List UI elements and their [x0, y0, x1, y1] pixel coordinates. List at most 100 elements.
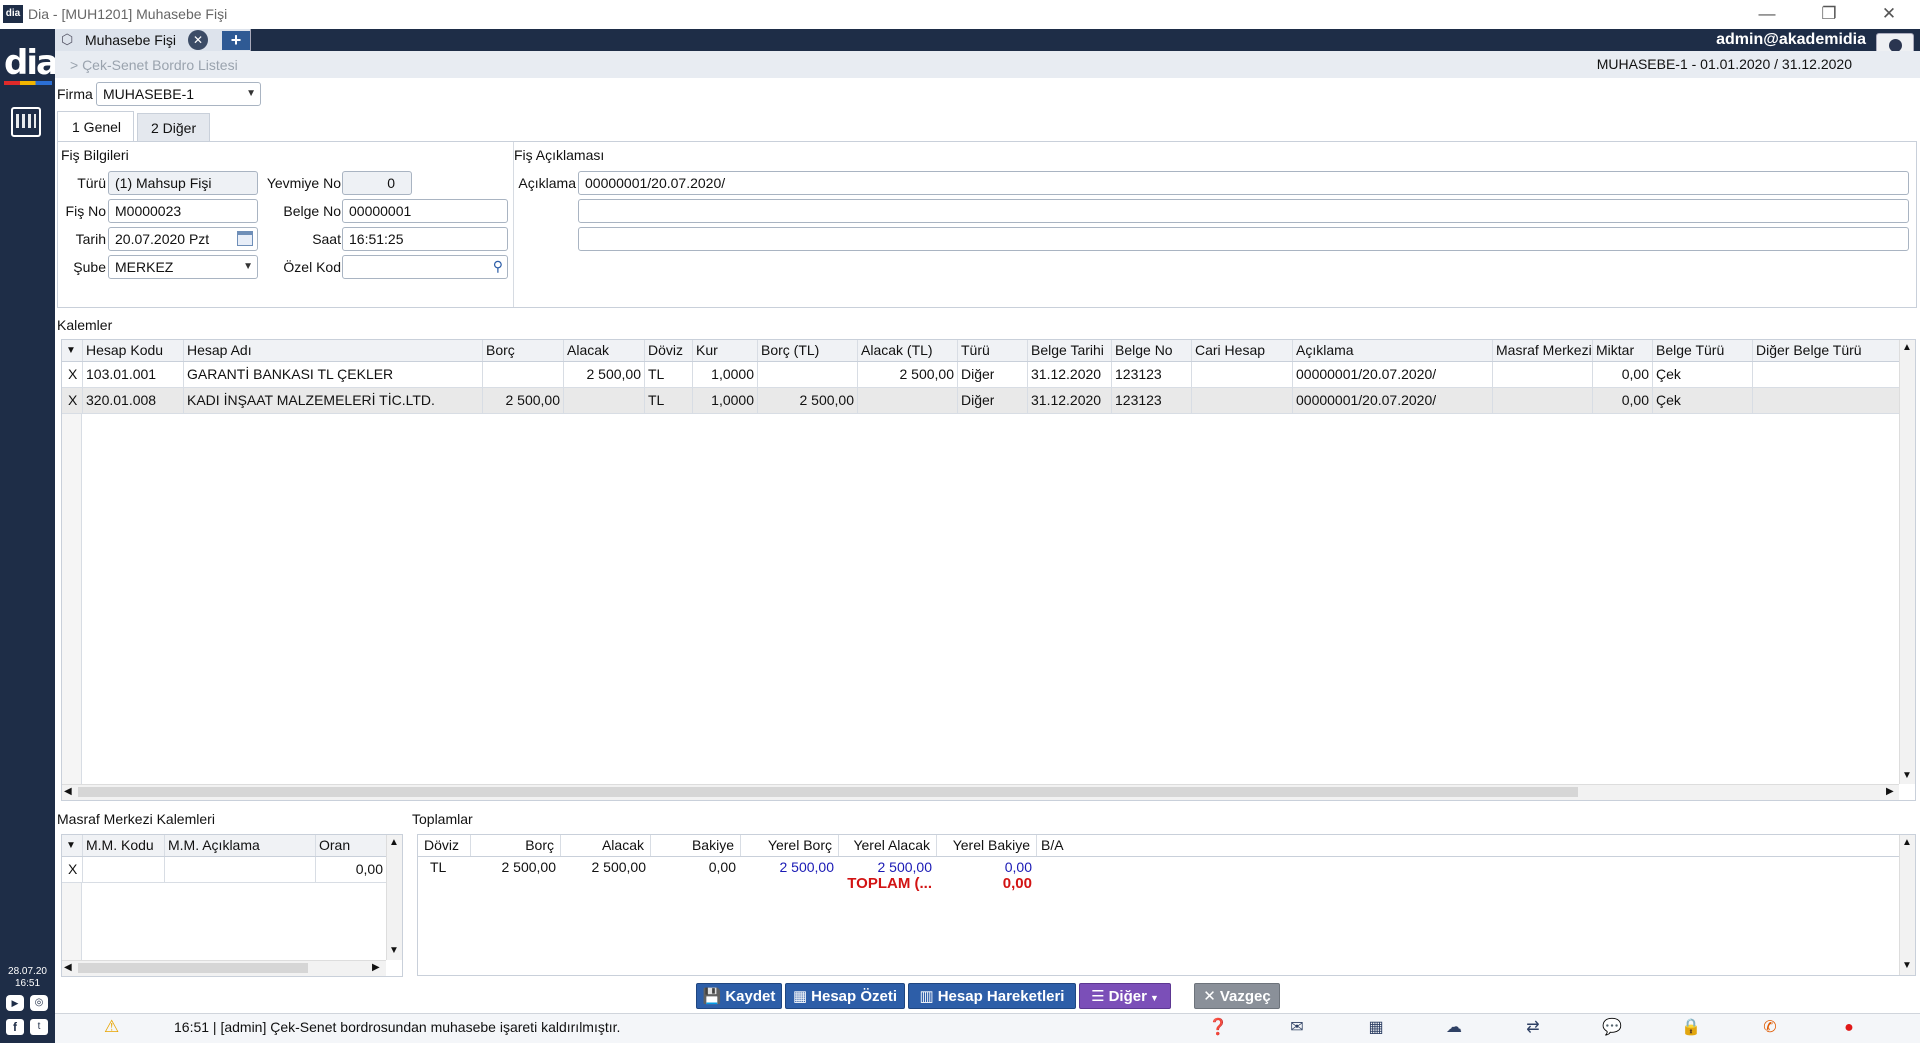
close-tab-icon[interactable]: ✕ — [188, 30, 208, 50]
cell-borc[interactable]: 2 500,00 — [482, 392, 561, 408]
cell-oran[interactable]: 0,00 — [315, 861, 383, 877]
cell-aciklama[interactable]: 00000001/20.07.2020/ — [1296, 392, 1436, 408]
record-icon[interactable]: ● — [1838, 1018, 1860, 1038]
col-hesap-adi[interactable]: Hesap Adı — [187, 342, 252, 358]
cell-doviz[interactable]: TL — [648, 392, 664, 408]
yevmiye-field[interactable]: 0 — [342, 171, 412, 195]
youtube-icon[interactable]: ▶ — [6, 995, 24, 1011]
cloud-sync-icon[interactable]: ☁ — [1443, 1018, 1465, 1038]
col-belge-turu[interactable]: Belge Türü — [1656, 342, 1724, 358]
aciklama-field-2[interactable] — [578, 199, 1909, 223]
vertical-scrollbar[interactable]: ▲ ▼ — [1899, 340, 1915, 784]
col-hesap-kodu[interactable]: Hesap Kodu — [86, 342, 163, 358]
hesap-hareketleri-button[interactable]: ▥ Hesap Hareketleri — [908, 983, 1076, 1009]
cell-belge-tarihi[interactable]: 31.12.2020 — [1031, 392, 1101, 408]
fisno-field[interactable]: M0000023 — [108, 199, 258, 223]
col-kur[interactable]: Kur — [696, 342, 718, 358]
delete-row-x[interactable]: X — [68, 366, 77, 382]
vazgec-button[interactable]: ✕ Vazgeç — [1194, 983, 1280, 1009]
lock-icon[interactable]: 🔒 — [1680, 1018, 1702, 1038]
scroll-up-icon[interactable]: ▲ — [1902, 837, 1912, 848]
sube-select[interactable]: MERKEZ ▼ — [108, 255, 258, 279]
minimize-icon[interactable]: — — [1752, 3, 1782, 25]
col-diger-belge-turu[interactable]: Diğer Belge Türü — [1756, 342, 1862, 358]
turu-field[interactable]: (1) Mahsup Fişi — [108, 171, 258, 195]
scroll-down-icon[interactable]: ▼ — [389, 945, 399, 956]
mail-icon[interactable]: ✉ — [1286, 1018, 1308, 1038]
cell-aciklama[interactable]: 00000001/20.07.2020/ — [1296, 366, 1436, 382]
firma-select[interactable]: MUHASEBE-1 ▼ — [96, 82, 261, 106]
col-doviz[interactable]: Döviz — [424, 837, 459, 853]
aciklama-field-1[interactable]: 00000001/20.07.2020/ — [578, 171, 1909, 195]
aciklama-field-3[interactable] — [578, 227, 1909, 251]
col-belge-no[interactable]: Belge No — [1115, 342, 1173, 358]
col-belge-tarihi[interactable]: Belge Tarihi — [1031, 342, 1104, 358]
horizontal-scrollbar[interactable]: ◀ ▶ — [62, 784, 1899, 800]
col-masraf-merkezi[interactable]: Masraf Merkezi — [1496, 342, 1595, 358]
col-yerel-alacak[interactable]: Yerel Alacak — [838, 837, 930, 853]
cell-miktar[interactable]: 0,00 — [1592, 392, 1649, 408]
cell-hesap-kodu[interactable]: 320.01.008 — [86, 392, 156, 408]
col-yerel-borc[interactable]: Yerel Borç — [740, 837, 832, 853]
col-doviz[interactable]: Döviz — [648, 342, 683, 358]
delete-row-x[interactable]: X — [68, 861, 77, 877]
hesap-ozeti-button[interactable]: ▦ Hesap Özeti — [785, 983, 905, 1009]
cell-kur[interactable]: 1,0000 — [692, 366, 754, 382]
search-icon[interactable]: ⚲ — [493, 258, 503, 274]
saat-field[interactable]: 16:51:25 — [342, 227, 508, 251]
cell-alacak[interactable]: 2 500,00 — [563, 366, 642, 382]
close-window-icon[interactable]: ✕ — [1874, 3, 1904, 25]
calendar-picker-icon[interactable] — [237, 231, 253, 246]
cell-turu[interactable]: Diğer — [961, 392, 994, 408]
col-turu[interactable]: Türü — [961, 342, 990, 358]
table-row[interactable]: X 320.01.008 KADI İNŞAAT MALZEMELERİ TİC… — [62, 388, 1899, 414]
cell-belge-turu[interactable]: Çek — [1656, 366, 1681, 382]
cell-borc-tl[interactable]: 2 500,00 — [757, 392, 855, 408]
scroll-down-icon[interactable]: ▼ — [1902, 960, 1912, 971]
breadcrumb[interactable]: > Çek-Senet Bordro Listesi — [70, 57, 238, 73]
scroll-up-icon[interactable]: ▲ — [389, 837, 399, 848]
calendar-icon[interactable] — [11, 107, 41, 137]
cell-hesap-adi[interactable]: GARANTİ BANKASI TL ÇEKLER — [187, 366, 393, 382]
cell-hesap-kodu[interactable]: 103.01.001 — [86, 366, 156, 382]
vertical-scrollbar[interactable]: ▲ ▼ — [1899, 835, 1915, 975]
cell-alacak-tl[interactable]: 2 500,00 — [857, 366, 955, 382]
user-name[interactable]: admin@akademidia — [1606, 29, 1866, 51]
cell-turu[interactable]: Diğer — [961, 366, 994, 382]
table-row[interactable]: X 0,00 — [62, 857, 386, 883]
horizontal-scrollbar[interactable]: ◀ ▶ — [62, 960, 386, 976]
kaydet-button[interactable]: 💾 Kaydet — [696, 983, 782, 1009]
col-borc-tl[interactable]: Borç (TL) — [761, 342, 819, 358]
cell-belge-turu[interactable]: Çek — [1656, 392, 1681, 408]
scroll-right-icon[interactable]: ▶ — [1886, 786, 1894, 797]
scroll-thumb[interactable] — [78, 963, 308, 973]
calculator-icon[interactable]: ▦ — [1365, 1018, 1387, 1038]
col-alacak[interactable]: Alacak — [560, 837, 644, 853]
cell-belge-no[interactable]: 123123 — [1115, 392, 1162, 408]
column-menu-icon[interactable]: ▼ — [66, 345, 76, 356]
tarih-field[interactable]: 20.07.2020 Pzt — [108, 227, 258, 251]
col-yerel-bakiye[interactable]: Yerel Bakiye — [936, 837, 1030, 853]
cell-belge-tarihi[interactable]: 31.12.2020 — [1031, 366, 1101, 382]
col-bakiye[interactable]: Bakiye — [650, 837, 734, 853]
instagram-icon[interactable]: ◎ — [30, 995, 48, 1011]
tab-diger[interactable]: 2 Diğer — [137, 113, 210, 141]
col-ba[interactable]: B/A — [1041, 837, 1064, 853]
table-row[interactable]: TL 2 500,00 2 500,00 0,00 2 500,00 2 500… — [418, 857, 1899, 877]
scroll-thumb[interactable] — [78, 787, 1578, 797]
diger-button[interactable]: ☰ Diğer ▼ — [1079, 983, 1171, 1009]
cell-hesap-adi[interactable]: KADI İNŞAAT MALZEMELERİ TİC.LTD. — [187, 392, 435, 408]
col-alacak[interactable]: Alacak — [567, 342, 609, 358]
twitter-icon[interactable]: t — [30, 1019, 48, 1035]
scroll-down-icon[interactable]: ▼ — [1902, 770, 1912, 781]
scroll-right-icon[interactable]: ▶ — [372, 962, 380, 973]
cell-belge-no[interactable]: 123123 — [1115, 366, 1162, 382]
vertical-scrollbar[interactable]: ▲ ▼ — [386, 835, 402, 960]
tab-genel[interactable]: 1 Genel — [57, 111, 134, 141]
restore-icon[interactable]: ❐ — [1814, 3, 1844, 25]
phone-icon[interactable]: ✆ — [1759, 1018, 1781, 1038]
col-mm-aciklama[interactable]: M.M. Açıklama — [168, 837, 260, 853]
col-borc[interactable]: Borç — [486, 342, 515, 358]
col-alacak-tl[interactable]: Alacak (TL) — [861, 342, 933, 358]
col-cari-hesap[interactable]: Cari Hesap — [1195, 342, 1265, 358]
